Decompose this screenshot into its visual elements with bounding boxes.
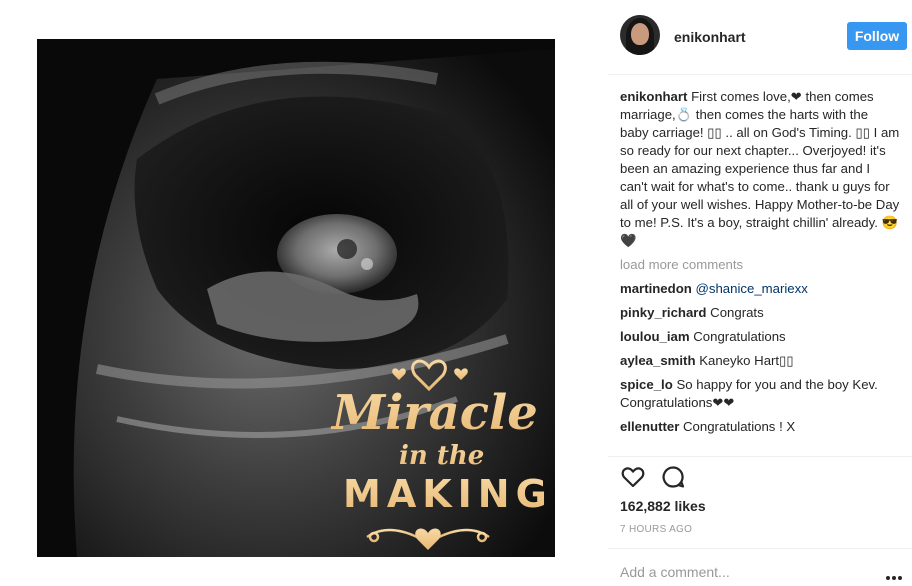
post-header: enikonhart Follow [608, 0, 912, 75]
avatar-face [631, 23, 649, 45]
caption-text: First comes love,❤ then comes marriage,💍… [620, 89, 900, 248]
comment-text: Kaneyko Hart▯▯ [699, 353, 794, 368]
comment-item: pinky_richard Congrats [620, 304, 900, 322]
ellipsis-icon[interactable] [885, 568, 903, 586]
author-username[interactable]: enikonhart [674, 29, 746, 45]
comments-section[interactable]: enikonhart First comes love,❤ then comes… [620, 88, 900, 454]
comment-username[interactable]: ellenutter [620, 419, 679, 434]
speech-bubble-icon[interactable] [660, 464, 686, 490]
comment-username[interactable]: martinedon [620, 281, 692, 296]
post-timestamp[interactable]: 7 HOURS AGO [620, 524, 692, 535]
divider [608, 456, 912, 457]
post-image[interactable]: Miracle in the MAKING [37, 39, 555, 557]
add-comment-input[interactable] [620, 562, 880, 582]
divider [608, 548, 912, 549]
load-more-comments-link[interactable]: load more comments [620, 256, 900, 274]
comment-username[interactable]: loulou_iam [620, 329, 690, 344]
comment-text: Congratulations ! X [683, 419, 796, 434]
avatar[interactable] [620, 15, 660, 55]
overlay-text-miracle: Miracle [330, 385, 538, 441]
comment-item: aylea_smith Kaneyko Hart▯▯ [620, 352, 900, 370]
likes-count[interactable]: 162,882 likes [620, 498, 706, 514]
comment-username[interactable]: spice_lo [620, 377, 673, 392]
caption-username[interactable]: enikonhart [620, 89, 687, 104]
comment-item: spice_lo So happy for you and the boy Ke… [620, 376, 900, 412]
comment-text: Congratulations [693, 329, 786, 344]
comment-item: martinedon @shanice_mariexx [620, 280, 900, 298]
ultrasound-image: Miracle in the MAKING [37, 39, 555, 557]
overlay-text-making: MAKING [343, 472, 553, 516]
caption: enikonhart First comes love,❤ then comes… [620, 88, 900, 250]
comment-text: Congrats [710, 305, 764, 320]
follow-button[interactable]: Follow [847, 22, 907, 50]
comment-username[interactable]: aylea_smith [620, 353, 696, 368]
heart-outline-icon[interactable] [620, 464, 646, 490]
comment-item: ellenutter Congratulations ! X [620, 418, 900, 436]
comment-mention[interactable]: @shanice_mariexx [695, 281, 807, 296]
overlay-text-in-the: in the [399, 441, 484, 471]
comment-username[interactable]: pinky_richard [620, 305, 707, 320]
comment-item: loulou_iam Congratulations [620, 328, 900, 346]
